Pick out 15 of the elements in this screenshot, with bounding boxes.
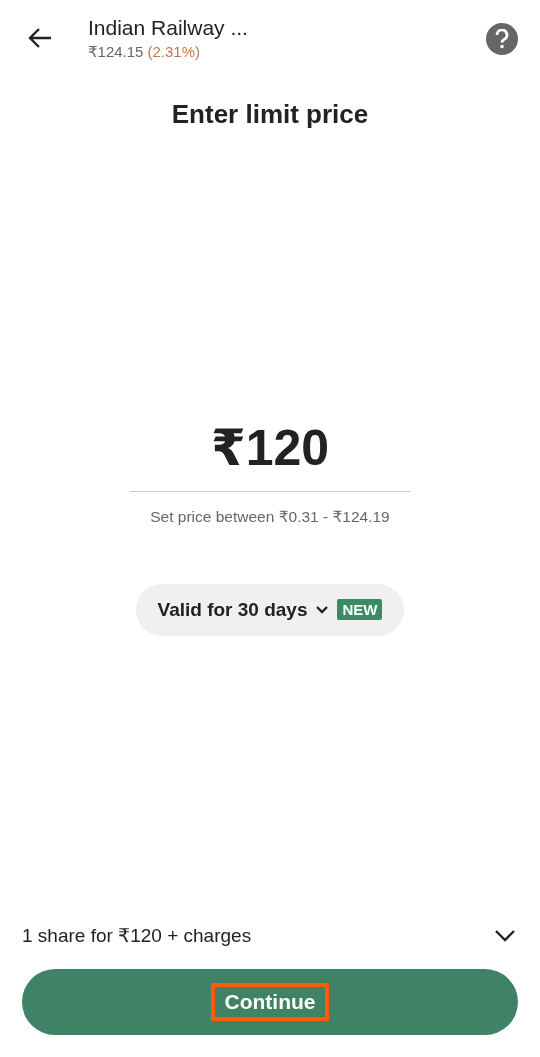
- chevron-down-icon[interactable]: [494, 928, 516, 943]
- validity-selector[interactable]: Valid for 30 days NEW: [135, 583, 405, 636]
- question-icon: [495, 29, 509, 49]
- price-change: (2.31%): [147, 43, 200, 61]
- price-range-hint: Set price between ₹0.31 - ₹124.19: [149, 507, 391, 526]
- new-badge: NEW: [337, 599, 383, 620]
- price-input-field[interactable]: ₹120: [130, 418, 410, 492]
- back-arrow-icon: [27, 27, 53, 49]
- chevron-down-icon: [315, 604, 330, 615]
- stock-name: Indian Railway ...: [88, 16, 249, 40]
- continue-button[interactable]: Continue: [22, 969, 518, 1035]
- order-summary: 1 share for ₹120 + charges: [22, 924, 252, 947]
- help-button[interactable]: [486, 23, 518, 55]
- stock-price: ₹124.15: [88, 43, 144, 61]
- page-heading: Enter limit price: [170, 99, 370, 130]
